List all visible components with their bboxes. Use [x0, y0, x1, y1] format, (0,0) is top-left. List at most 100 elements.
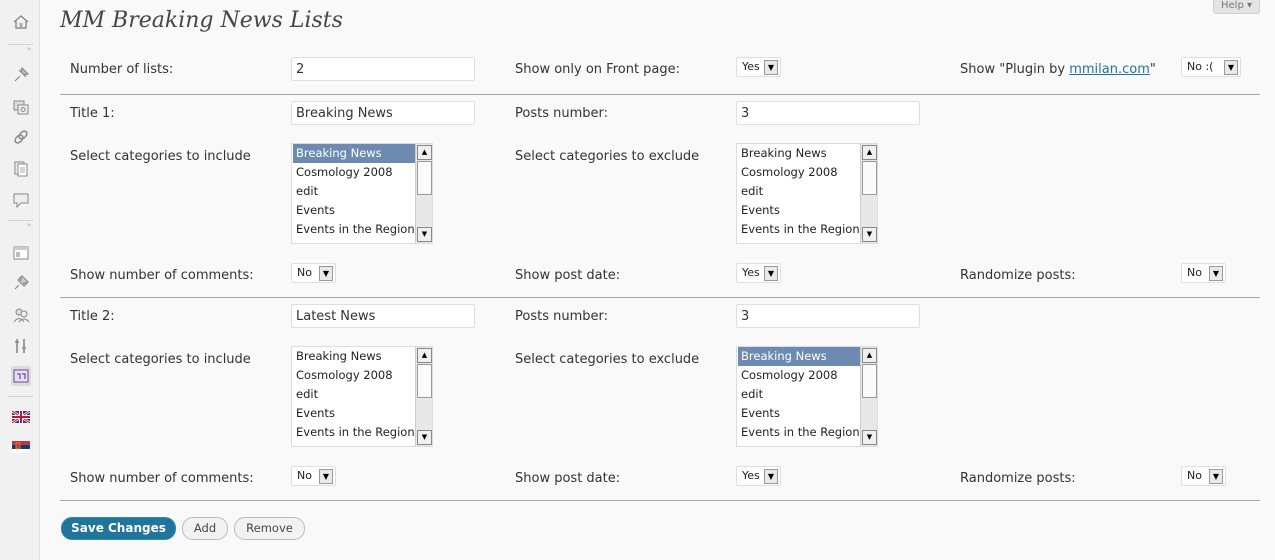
randomize-1-label: Randomize posts:: [960, 268, 1076, 283]
plugin-by-value: No :(: [1187, 60, 1214, 73]
front-page-select[interactable]: Yes ▼: [736, 57, 781, 77]
scroll-thumb[interactable]: [417, 161, 432, 195]
title-2-label: Title 2:: [70, 309, 115, 324]
media-icon[interactable]: [10, 96, 32, 118]
scroll-up-icon[interactable]: ▲: [862, 348, 877, 363]
comments-1-label: Show number of comments:: [70, 268, 254, 283]
exclude-categories-1-listbox[interactable]: Breaking News Cosmology 2008 edit Events Eve…: [736, 143, 878, 244]
include-categories-1-listbox[interactable]: Breaking News Cosmology 2008 edit Events Eve…: [291, 143, 433, 244]
randomize-1-value: No: [1187, 266, 1202, 279]
posts-number-2-input[interactable]: [736, 304, 920, 328]
chevron-down-icon: ▼: [319, 266, 333, 281]
comments-icon[interactable]: [10, 189, 32, 211]
post-date-1-label: Show post date:: [515, 268, 621, 283]
post-date-2-select[interactable]: Yes ▼: [736, 466, 781, 486]
front-page-label: Show only on Front page:: [515, 62, 681, 77]
post-date-1-select[interactable]: Yes ▼: [736, 263, 781, 283]
collapse-arrow-icon[interactable]: »: [27, 221, 35, 229]
category-option[interactable]: Events in the Region: [293, 220, 415, 239]
listbox-scrollbar[interactable]: ▲ ▼: [860, 347, 877, 446]
scroll-thumb[interactable]: [417, 364, 432, 398]
scroll-up-icon[interactable]: ▲: [862, 145, 877, 160]
scroll-thumb[interactable]: [862, 161, 877, 195]
category-option[interactable]: Events in the Region: [293, 423, 415, 442]
plugin-by-select[interactable]: No :( ▼: [1181, 57, 1241, 77]
section-divider: [60, 297, 1260, 298]
category-option[interactable]: Events in the Region: [738, 220, 860, 239]
chevron-down-icon: ▼: [764, 266, 778, 281]
links-icon[interactable]: [10, 126, 32, 148]
category-option[interactable]: Cosmology 2008: [738, 163, 860, 182]
category-option[interactable]: Events: [293, 201, 415, 220]
sidebar-separator: [8, 396, 34, 397]
pages-icon[interactable]: [10, 158, 32, 180]
add-button[interactable]: Add: [182, 517, 228, 540]
category-option[interactable]: Cosmology 2008: [293, 163, 415, 182]
scroll-down-icon[interactable]: ▼: [417, 430, 432, 445]
posts-icon[interactable]: [10, 64, 32, 86]
collapse-arrow-icon[interactable]: »: [27, 45, 35, 53]
category-option[interactable]: Events: [738, 201, 860, 220]
category-option[interactable]: Breaking News: [738, 144, 860, 163]
save-changes-button[interactable]: Save Changes: [61, 517, 176, 540]
post-date-2-label: Show post date:: [515, 471, 621, 486]
scroll-up-icon[interactable]: ▲: [417, 145, 432, 160]
post-date-2-value: Yes: [742, 469, 760, 482]
page-title: MM Breaking News Lists: [60, 8, 343, 33]
include-1-label: Select categories to include: [70, 149, 251, 164]
include-2-label: Select categories to include: [70, 352, 251, 367]
listbox-scrollbar[interactable]: ▲ ▼: [415, 347, 432, 446]
section-divider: [60, 94, 1260, 95]
comments-2-value: No: [297, 469, 312, 482]
listbox-scrollbar[interactable]: ▲ ▼: [860, 144, 877, 243]
settings-icon[interactable]: [10, 365, 32, 387]
flag-serbia-icon[interactable]: [10, 436, 32, 458]
randomize-1-select[interactable]: No ▼: [1181, 263, 1226, 283]
category-option[interactable]: Breaking News: [293, 347, 415, 366]
scroll-down-icon[interactable]: ▼: [417, 227, 432, 242]
randomize-2-select[interactable]: No ▼: [1181, 466, 1226, 486]
category-option[interactable]: Cosmology 2008: [738, 366, 860, 385]
comments-2-select[interactable]: No ▼: [291, 466, 336, 486]
comments-1-select[interactable]: No ▼: [291, 263, 336, 283]
mmilan-link[interactable]: mmilan.com: [1069, 62, 1150, 77]
remove-button[interactable]: Remove: [234, 517, 305, 540]
listbox-scrollbar[interactable]: ▲ ▼: [415, 144, 432, 243]
title-1-label: Title 1:: [70, 106, 115, 121]
category-option[interactable]: Events: [738, 404, 860, 423]
users-icon[interactable]: [10, 304, 32, 326]
chevron-down-icon: ▼: [1224, 60, 1238, 75]
randomize-2-value: No: [1187, 469, 1202, 482]
exclude-categories-2-listbox[interactable]: Breaking News Cosmology 2008 edit Events Eve…: [736, 346, 878, 447]
category-option[interactable]: edit: [738, 385, 860, 404]
category-option[interactable]: Breaking News: [738, 347, 860, 366]
post-date-1-value: Yes: [742, 266, 760, 279]
category-option[interactable]: Events in the Region: [738, 423, 860, 442]
appearance-icon[interactable]: [10, 242, 32, 264]
category-option[interactable]: Breaking News: [293, 144, 415, 163]
scroll-thumb[interactable]: [862, 364, 877, 398]
category-option[interactable]: Events: [293, 404, 415, 423]
include-categories-2-listbox[interactable]: Breaking News Cosmology 2008 edit Events Eve…: [291, 346, 433, 447]
category-option[interactable]: edit: [293, 385, 415, 404]
title-1-input[interactable]: [291, 101, 475, 125]
flag-uk-icon[interactable]: [10, 406, 32, 428]
scroll-up-icon[interactable]: ▲: [417, 348, 432, 363]
title-2-input[interactable]: [291, 304, 475, 328]
category-option[interactable]: Cosmology 2008: [293, 366, 415, 385]
help-tab[interactable]: Help ▾: [1213, 0, 1260, 14]
plugins-icon[interactable]: [10, 272, 32, 294]
chevron-down-icon: ▼: [319, 469, 333, 484]
category-option[interactable]: edit: [738, 182, 860, 201]
plugin-by-label: Show "Plugin by mmilan.com": [960, 62, 1156, 77]
randomize-2-label: Randomize posts:: [960, 471, 1076, 486]
dashboard-icon[interactable]: [10, 11, 32, 33]
posts-number-1-input[interactable]: [736, 101, 920, 125]
scroll-down-icon[interactable]: ▼: [862, 430, 877, 445]
chevron-down-icon: ▼: [764, 60, 778, 75]
tools-icon[interactable]: [10, 335, 32, 357]
scroll-down-icon[interactable]: ▼: [862, 227, 877, 242]
category-option[interactable]: edit: [293, 182, 415, 201]
chevron-down-icon: ▼: [1209, 266, 1223, 281]
number-of-lists-input[interactable]: [291, 57, 475, 81]
